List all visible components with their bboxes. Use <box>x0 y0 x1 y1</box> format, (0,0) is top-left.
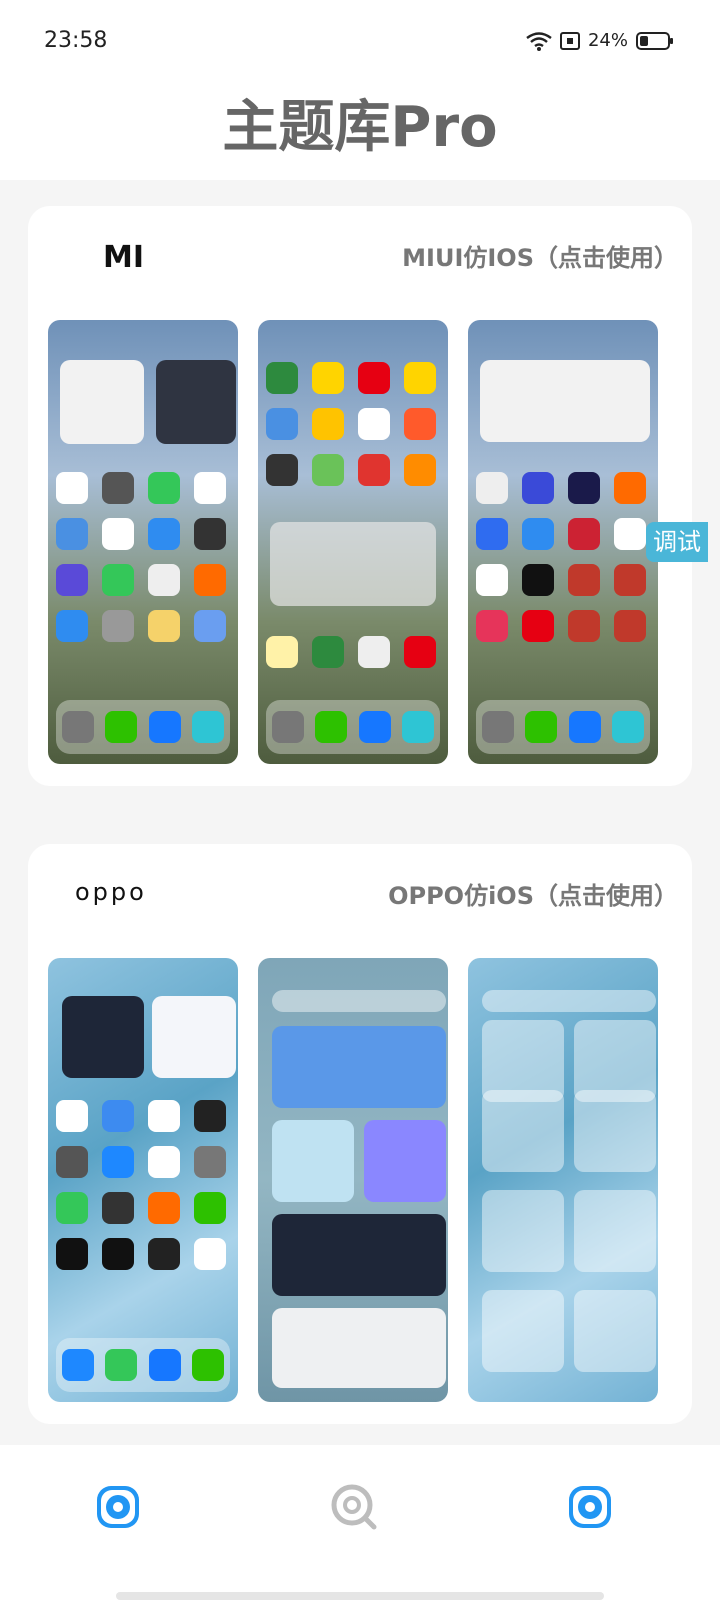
app-icon-grid <box>266 362 436 486</box>
weather-widget <box>156 360 236 444</box>
preview-screenshot[interactable] <box>48 320 238 764</box>
folder-widget <box>482 1090 564 1172</box>
app-header: 主题库Pro <box>0 88 720 180</box>
status-bar: 23:58 24% <box>0 0 720 88</box>
dock <box>56 1338 230 1392</box>
info-widget <box>480 360 650 442</box>
preview-strip <box>48 320 658 764</box>
search-icon <box>331 1484 377 1530</box>
battery-percent: 24% <box>587 30 628 51</box>
folder-widget <box>482 1290 564 1372</box>
folder-widget <box>574 1090 656 1172</box>
calendar-widget <box>60 360 144 444</box>
home-indicator <box>116 1592 604 1600</box>
status-icons: 24% <box>526 30 673 51</box>
forecast-widget <box>272 1214 446 1296</box>
preview-screenshot[interactable] <box>468 958 658 1402</box>
wifi-icon <box>526 31 552 51</box>
folder-widget <box>482 1190 564 1272</box>
card-label[interactable]: MIUI仿IOS（点击使用） <box>402 238 678 273</box>
page-title: 主题库Pro <box>222 95 498 160</box>
brand-logo-mi: MI <box>103 240 145 275</box>
nav-theme-left[interactable] <box>94 1483 142 1531</box>
search-bar <box>272 990 446 1012</box>
search-bar <box>482 990 656 1012</box>
weather-widget <box>62 996 144 1078</box>
nav-theme-right[interactable] <box>566 1483 614 1531</box>
brand-logo-oppo: oppo <box>75 878 147 906</box>
battery-widget <box>272 1120 354 1202</box>
battery-icon <box>636 31 673 50</box>
status-time: 23:58 <box>44 28 108 53</box>
theme-icon <box>97 1486 139 1528</box>
folder-widget <box>574 1190 656 1272</box>
app-icon-grid <box>476 472 646 642</box>
theme-card-oppo[interactable]: oppo OPPO仿iOS（点击使用） <box>28 844 692 1424</box>
folder-widget <box>574 1290 656 1372</box>
preview-screenshot[interactable] <box>468 320 658 764</box>
preview-strip <box>48 958 658 1402</box>
theme-icon <box>569 1486 611 1528</box>
app-icon-grid <box>266 636 436 668</box>
dock <box>56 700 230 754</box>
preview-screenshot[interactable] <box>258 320 448 764</box>
nfc-icon <box>559 31 580 50</box>
app-icon-grid <box>56 472 226 642</box>
dock <box>476 700 650 754</box>
screen-time-widget <box>152 996 236 1078</box>
steps-widget <box>364 1120 446 1202</box>
card-label[interactable]: OPPO仿iOS（点击使用） <box>388 876 678 911</box>
battery-widget <box>270 522 436 606</box>
theme-card-miui[interactable]: MI MIUI仿IOS（点击使用） <box>28 206 692 786</box>
preview-screenshot[interactable] <box>48 958 238 1402</box>
bottom-nav <box>0 1445 720 1600</box>
debug-tab[interactable]: 调试 <box>646 522 708 562</box>
card-header: oppo OPPO仿iOS（点击使用） <box>28 844 692 944</box>
preview-screenshot[interactable] <box>258 958 448 1402</box>
nav-search[interactable] <box>330 1483 378 1531</box>
card-header: MI MIUI仿IOS（点击使用） <box>28 206 692 306</box>
dock <box>266 700 440 754</box>
app-icon-grid <box>56 1100 226 1270</box>
weather-widget <box>272 1026 446 1108</box>
map-widget <box>272 1308 446 1388</box>
